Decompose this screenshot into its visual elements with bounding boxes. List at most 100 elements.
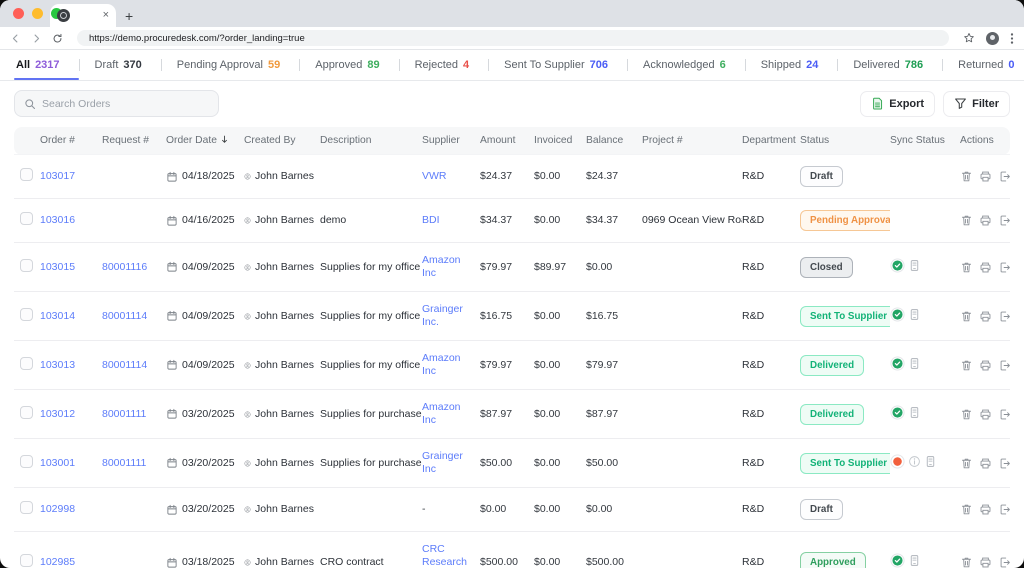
status-tab[interactable]: Approved 89 <box>313 50 412 80</box>
order-number-link[interactable]: 103014 <box>40 310 75 322</box>
col-description[interactable]: Description <box>320 127 422 155</box>
col-sync-status[interactable]: Sync Status <box>890 127 960 155</box>
print-icon[interactable] <box>979 408 992 421</box>
delete-icon[interactable] <box>960 408 973 421</box>
back-icon[interactable] <box>10 33 21 44</box>
order-number-link[interactable]: 103015 <box>40 261 75 273</box>
search-orders-box[interactable] <box>14 90 219 117</box>
col-order-date[interactable]: Order Date <box>166 127 244 155</box>
status-tab[interactable]: Delivered 786 <box>851 50 956 80</box>
profile-avatar[interactable] <box>986 31 999 45</box>
status-tab[interactable]: Acknowledged 6 <box>641 50 759 80</box>
table-row[interactable]: 102985 03/18/2025 John Barnes CRO contra… <box>14 531 1010 568</box>
col-order-number[interactable]: Order # <box>40 127 102 155</box>
minimize-window-button[interactable] <box>32 8 43 19</box>
print-icon[interactable] <box>979 556 992 568</box>
row-checkbox[interactable] <box>20 212 33 225</box>
address-bar[interactable]: https://demo.procuredesk.com/?order_land… <box>77 30 949 46</box>
export-row-icon[interactable] <box>998 310 1010 323</box>
browser-menu-icon[interactable] <box>1010 32 1014 45</box>
delete-icon[interactable] <box>960 214 973 227</box>
request-number-link[interactable]: 80001116 <box>102 261 147 273</box>
table-row[interactable]: 103016 04/16/2025 John Barnes demo BDI $… <box>14 198 1010 243</box>
table-row[interactable]: 103014 80001114 04/09/2025 John Barnes S… <box>14 291 1010 341</box>
export-row-icon[interactable] <box>998 457 1010 470</box>
table-row[interactable]: 102998 03/20/2025 John Barnes - $0.00 $0… <box>14 487 1010 532</box>
col-created-by[interactable]: Created By <box>244 127 320 155</box>
print-icon[interactable] <box>979 310 992 323</box>
status-tab[interactable]: Pending Approval 59 <box>175 50 313 80</box>
delete-icon[interactable] <box>960 503 973 516</box>
col-balance[interactable]: Balance <box>586 127 642 155</box>
delete-icon[interactable] <box>960 310 973 323</box>
table-row[interactable]: 103001 80001111 03/20/2025 John Barnes S… <box>14 438 1010 488</box>
col-amount[interactable]: Amount <box>480 127 534 155</box>
sync-receipt-icon[interactable] <box>908 357 921 370</box>
status-tab[interactable]: Rejected 4 <box>413 50 503 80</box>
filter-button[interactable]: Filter <box>943 90 1010 117</box>
forward-icon[interactable] <box>31 33 42 44</box>
table-row[interactable]: 103015 80001116 04/09/2025 John Barnes S… <box>14 242 1010 292</box>
export-row-icon[interactable] <box>998 261 1010 274</box>
row-checkbox[interactable] <box>20 454 33 468</box>
row-checkbox[interactable] <box>20 168 33 181</box>
reload-icon[interactable] <box>52 33 63 44</box>
delete-icon[interactable] <box>960 261 973 274</box>
print-icon[interactable] <box>979 170 992 183</box>
request-number-link[interactable]: 80001111 <box>102 457 146 469</box>
export-row-icon[interactable] <box>998 503 1010 516</box>
supplier-link[interactable]: BDI <box>422 214 440 226</box>
row-checkbox[interactable] <box>20 258 33 272</box>
request-number-link[interactable]: 80001114 <box>102 310 147 322</box>
supplier-link[interactable]: Amazon Inc <box>422 254 461 279</box>
table-row[interactable]: 103017 04/18/2025 John Barnes VWR $24.37… <box>14 154 1010 199</box>
print-icon[interactable] <box>979 359 992 372</box>
supplier-link[interactable]: Grainger Inc. <box>422 303 463 328</box>
row-checkbox[interactable] <box>20 501 33 514</box>
supplier-link[interactable]: VWR <box>422 170 447 182</box>
supplier-link[interactable]: CRC Research Inc <box>422 543 467 568</box>
status-tab[interactable]: All 2317 <box>14 50 93 80</box>
col-department[interactable]: Department <box>742 127 800 155</box>
col-project[interactable]: Project # <box>642 127 742 155</box>
export-row-icon[interactable] <box>998 359 1010 372</box>
col-supplier[interactable]: Supplier <box>422 127 480 155</box>
supplier-link[interactable]: Grainger Inc <box>422 450 463 475</box>
order-number-link[interactable]: 103012 <box>40 408 75 420</box>
delete-icon[interactable] <box>960 170 973 183</box>
print-icon[interactable] <box>979 261 992 274</box>
sync-receipt-icon[interactable] <box>924 455 937 468</box>
sync-receipt-icon[interactable] <box>908 308 921 321</box>
delete-icon[interactable] <box>960 556 973 568</box>
export-row-icon[interactable] <box>998 408 1010 421</box>
export-button[interactable]: Export <box>860 90 936 117</box>
export-row-icon[interactable] <box>998 214 1010 227</box>
supplier-link[interactable]: Amazon Inc <box>422 401 461 426</box>
request-number-link[interactable]: 80001111 <box>102 408 146 420</box>
delete-icon[interactable] <box>960 359 973 372</box>
order-number-link[interactable]: 103017 <box>40 170 75 182</box>
new-tab-button[interactable] <box>125 9 133 23</box>
row-checkbox[interactable] <box>20 405 33 419</box>
close-window-button[interactable] <box>13 8 24 19</box>
row-checkbox[interactable] <box>20 554 33 567</box>
order-number-link[interactable]: 102985 <box>40 556 75 568</box>
status-tab[interactable]: Sent To Supplier 706 <box>502 50 641 80</box>
sync-receipt-icon[interactable] <box>908 554 921 567</box>
export-row-icon[interactable] <box>998 556 1010 568</box>
status-tab[interactable]: Returned 0 <box>956 50 1024 80</box>
tab-close-icon[interactable] <box>103 10 109 21</box>
export-row-icon[interactable] <box>998 170 1010 183</box>
delete-icon[interactable] <box>960 457 973 470</box>
table-row[interactable]: 103012 80001111 03/20/2025 John Barnes S… <box>14 389 1010 439</box>
sync-receipt-icon[interactable] <box>908 406 921 419</box>
status-tab[interactable]: Shipped 24 <box>759 50 852 80</box>
col-invoiced[interactable]: Invoiced <box>534 127 586 155</box>
bookmark-star-icon[interactable] <box>963 32 975 44</box>
print-icon[interactable] <box>979 503 992 516</box>
row-checkbox[interactable] <box>20 307 33 321</box>
print-icon[interactable] <box>979 214 992 227</box>
sync-receipt-icon[interactable] <box>908 259 921 272</box>
order-number-link[interactable]: 103001 <box>40 457 75 469</box>
request-number-link[interactable]: 80001114 <box>102 359 147 371</box>
